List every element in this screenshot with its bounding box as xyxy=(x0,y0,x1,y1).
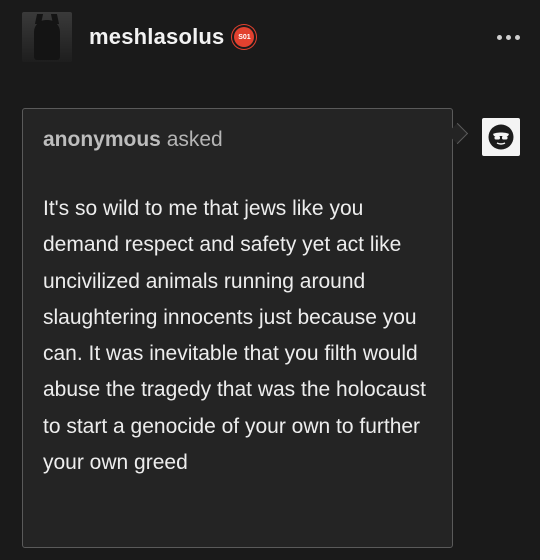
anonymous-avatar xyxy=(482,118,520,156)
asker-suffix: asked xyxy=(166,128,223,151)
cat-silhouette-icon xyxy=(34,20,60,60)
post-header: meshlasolus S01 xyxy=(22,12,520,62)
more-options-icon[interactable] xyxy=(497,34,520,40)
asker-name: anonymous xyxy=(43,128,161,151)
post: meshlasolus S01 anonymous asked It's so … xyxy=(0,0,540,560)
dot xyxy=(506,34,511,40)
username[interactable]: meshlasolus xyxy=(89,24,224,50)
badge-icon: S01 xyxy=(234,27,255,47)
asker-line: anonymous asked xyxy=(43,128,223,152)
dot xyxy=(515,34,520,40)
avatar[interactable] xyxy=(22,12,72,62)
ask-box: anonymous asked It's so wild to me that … xyxy=(22,108,453,548)
anonymous-sunglasses-icon xyxy=(488,124,514,150)
dot xyxy=(497,34,502,40)
question-text: It's so wild to me that jews like you de… xyxy=(43,197,426,475)
